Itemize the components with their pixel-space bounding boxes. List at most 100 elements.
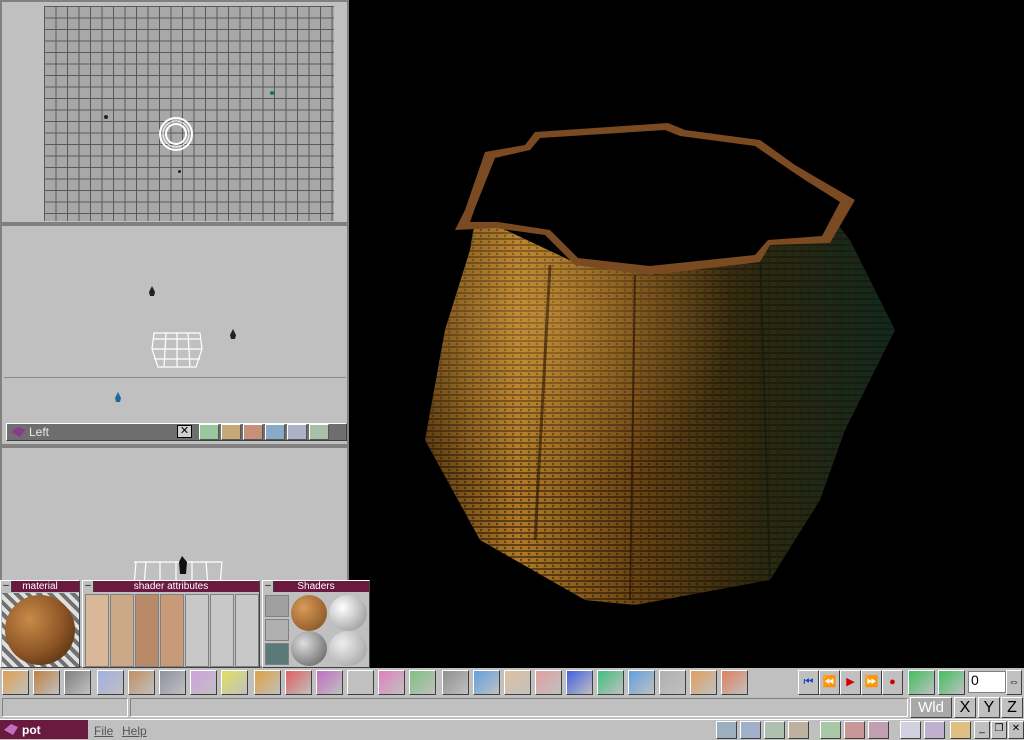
- pan-icon[interactable]: [265, 424, 285, 440]
- blue-cube-icon[interactable]: [473, 670, 500, 695]
- shader-swatch[interactable]: [265, 595, 289, 617]
- loop-icon[interactable]: [938, 670, 965, 695]
- collapse-button[interactable]: –: [83, 581, 94, 592]
- record-icon[interactable]: ●: [882, 670, 903, 695]
- view-layout-icon[interactable]: [740, 721, 761, 739]
- shader-channel[interactable]: [135, 594, 159, 667]
- fast-forward-icon[interactable]: ⏩: [861, 670, 882, 695]
- move-icon[interactable]: [128, 670, 155, 695]
- plane-icon[interactable]: [159, 670, 186, 695]
- view-layout-icon[interactable]: [716, 721, 737, 739]
- axis-z-button[interactable]: Z: [1001, 697, 1023, 718]
- undo-icon[interactable]: [908, 670, 935, 695]
- blue-grid-icon[interactable]: [566, 670, 593, 695]
- main-toolbar: 0 ⇔ ⏮ ⏪ ▶ ⏩ ●: [0, 668, 1024, 697]
- molecule-icon[interactable]: [316, 670, 343, 695]
- select-arrow-icon[interactable]: [97, 670, 124, 695]
- shader-ball-grey[interactable]: [291, 631, 327, 666]
- figure-icon[interactable]: [504, 670, 531, 695]
- collapse-button[interactable]: –: [263, 581, 274, 592]
- camera-view-icon[interactable]: [199, 424, 219, 440]
- help-icon[interactable]: [950, 721, 971, 739]
- pot-wireframe-top[interactable]: [157, 115, 195, 153]
- left-viewport[interactable]: Left ✕: [0, 224, 349, 446]
- restore-icon[interactable]: ❐: [991, 721, 1007, 739]
- light-marker[interactable]: [229, 329, 237, 341]
- shader-ball-wood[interactable]: [291, 595, 327, 631]
- app-title: pot: [22, 723, 41, 737]
- cube-icon[interactable]: [409, 670, 436, 695]
- menu-file[interactable]: File: [94, 724, 113, 738]
- material-panel[interactable]: – material: [0, 580, 80, 668]
- house-icon[interactable]: [243, 424, 263, 440]
- play-icon[interactable]: ▶: [840, 670, 861, 695]
- shader-channel[interactable]: [235, 594, 259, 667]
- window-icon[interactable]: [924, 721, 945, 739]
- render-viewport[interactable]: [350, 0, 1024, 668]
- shaders-panel[interactable]: – Shaders: [262, 580, 370, 668]
- collapse-button[interactable]: –: [1, 581, 12, 592]
- shader-channel[interactable]: [185, 594, 209, 667]
- scene-icon[interactable]: [868, 721, 889, 739]
- top-viewport[interactable]: [0, 0, 349, 224]
- camera-marker[interactable]: [178, 170, 181, 173]
- menu-help[interactable]: Help: [122, 724, 147, 738]
- 3d-text-icon[interactable]: [628, 670, 655, 695]
- status-field-main: [130, 698, 908, 717]
- object-icon[interactable]: [820, 721, 841, 739]
- frame-spin-icon[interactable]: ⇔: [1006, 670, 1022, 695]
- shader-attributes-panel[interactable]: – shader attributes: [82, 580, 260, 668]
- shader-channel[interactable]: [210, 594, 234, 667]
- light-marker[interactable]: [114, 392, 122, 404]
- camera-icon[interactable]: [64, 670, 91, 695]
- grid-icon[interactable]: [442, 670, 469, 695]
- close-icon[interactable]: ✕: [177, 425, 192, 438]
- color-wheel-icon[interactable]: [285, 670, 312, 695]
- close-icon[interactable]: ✕: [1008, 721, 1024, 739]
- rewind-icon[interactable]: ⏪: [819, 670, 840, 695]
- shader-ball-white[interactable]: [329, 595, 367, 631]
- minimize-icon[interactable]: _: [974, 721, 990, 739]
- snap-icon[interactable]: [721, 670, 748, 695]
- axis-x-button[interactable]: X: [954, 697, 976, 718]
- torus-icon[interactable]: [221, 670, 248, 695]
- light-marker[interactable]: [270, 91, 274, 95]
- axis-y-button[interactable]: Y: [978, 697, 1000, 718]
- shader-channel[interactable]: [85, 594, 109, 667]
- path-icon[interactable]: [347, 670, 374, 695]
- material-preview[interactable]: [2, 593, 79, 667]
- axes-icon[interactable]: [535, 670, 562, 695]
- shader-swatch[interactable]: [265, 619, 289, 641]
- shader-channel[interactable]: [110, 594, 134, 667]
- light-marker[interactable]: [148, 286, 156, 298]
- panel-title: material: [22, 581, 58, 592]
- coordinate-mode[interactable]: Wld: [910, 697, 952, 718]
- objects-icon[interactable]: [2, 670, 29, 695]
- axis-icon[interactable]: [309, 424, 329, 440]
- wire-box-icon[interactable]: [190, 670, 217, 695]
- box-icon[interactable]: [33, 670, 60, 695]
- pot-wireframe-side[interactable]: [150, 329, 204, 371]
- first-frame-icon[interactable]: ⏮: [798, 670, 819, 695]
- viewport-menu-icon[interactable]: [10, 426, 26, 438]
- ground-line: [4, 377, 346, 378]
- window-icon[interactable]: [900, 721, 921, 739]
- app-title-tab[interactable]: pot: [0, 720, 88, 739]
- shader-channel[interactable]: [160, 594, 184, 667]
- landscape-icon[interactable]: [597, 670, 624, 695]
- terrain-icon[interactable]: [659, 670, 686, 695]
- shader-ball-chrome[interactable]: [329, 631, 367, 666]
- view-layout-icon[interactable]: [788, 721, 809, 739]
- panel-title: shader attributes: [133, 581, 209, 592]
- shader-swatch[interactable]: [265, 643, 289, 665]
- light-marker[interactable]: [104, 115, 108, 119]
- rotate-icon[interactable]: [690, 670, 717, 695]
- render-settings-icon[interactable]: [844, 721, 865, 739]
- zoom-icon[interactable]: [287, 424, 307, 440]
- render-icon[interactable]: [221, 424, 241, 440]
- sphere-icon[interactable]: [254, 670, 281, 695]
- frame-counter[interactable]: 0: [968, 671, 1006, 693]
- view-layout-icon[interactable]: [764, 721, 785, 739]
- viewport-titlebar[interactable]: Left ✕: [6, 423, 347, 441]
- funnel-icon[interactable]: [378, 670, 405, 695]
